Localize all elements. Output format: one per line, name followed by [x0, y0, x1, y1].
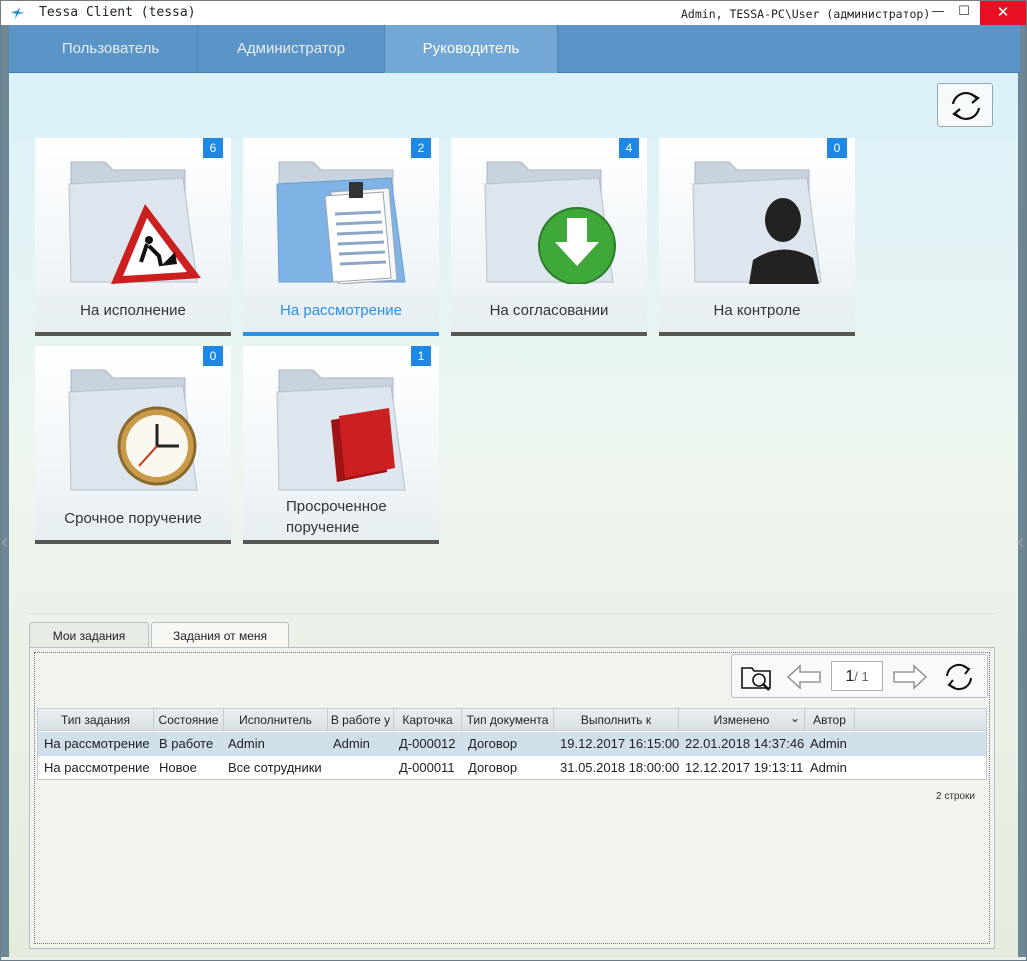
tile-label: На контроле	[713, 302, 801, 319]
warning-sign-icon	[68, 161, 201, 284]
row-count: 2 строки	[936, 791, 976, 802]
tab-manager[interactable]: Руководитель	[385, 25, 558, 73]
tile-on-approval[interactable]: 4 На согласовании	[451, 138, 647, 336]
tile-underline	[35, 540, 231, 544]
tile-underline	[243, 540, 439, 544]
tile-overdue-assignment[interactable]: 1 Просроченное поручение	[243, 346, 439, 544]
tessa-logo-icon	[11, 7, 25, 19]
total-pages: / 1	[854, 669, 869, 684]
divider	[29, 613, 995, 615]
person-silhouette-icon	[692, 161, 822, 284]
column-header[interactable]: Выполнить к	[554, 709, 679, 731]
red-books-icon	[276, 369, 406, 491]
tile-label: Просроченное поручение	[286, 498, 387, 536]
refresh-icon[interactable]	[940, 660, 978, 694]
tab-tasks-from-me[interactable]: Задания от меня	[151, 622, 289, 649]
tile-label: На согласовании	[489, 302, 609, 319]
current-page: 1	[845, 668, 855, 685]
tile-label: На исполнение	[80, 302, 186, 319]
clock-icon	[68, 369, 198, 491]
count-badge: 1	[411, 346, 431, 366]
tile-under-control[interactable]: 0 На контроле	[659, 138, 855, 336]
table-row[interactable]: На рассмотрение В работе Admin Admin Д-0…	[38, 732, 986, 756]
tile-underline	[35, 332, 231, 336]
count-badge: 0	[827, 138, 847, 158]
chevron-left-icon: ‹	[1016, 530, 1025, 555]
tile-underline	[451, 332, 647, 336]
left-side-panel-toggle[interactable]: ‹	[0, 25, 9, 957]
column-header[interactable]: Автор	[805, 709, 855, 731]
count-badge: 2	[411, 138, 431, 158]
tile-for-review[interactable]: 2 На рассмотрение	[243, 138, 439, 336]
arrow-left-icon[interactable]	[786, 664, 822, 690]
sort-descending-icon: ⌄	[789, 711, 800, 725]
table-header: Тип задания Состояние Исполнитель В рабо…	[38, 709, 986, 731]
tab-administrator[interactable]: Администратор	[198, 25, 385, 73]
refresh-button[interactable]	[937, 83, 993, 127]
green-download-arrow-icon	[484, 161, 616, 284]
maximize-button[interactable]: ☐	[947, 1, 981, 25]
column-header[interactable]: Состояние	[154, 709, 224, 731]
refresh-icon	[951, 92, 981, 120]
tile-label: На рассмотрение	[280, 302, 402, 319]
tab-my-tasks[interactable]: Мои задания	[29, 622, 149, 648]
column-header[interactable]: В работе у	[328, 709, 394, 731]
window-title: Tessa Client (tessa)	[39, 5, 196, 20]
chevron-left-icon: ‹	[0, 530, 9, 555]
tile-urgent-assignment[interactable]: 0 Срочное поручение	[35, 346, 231, 544]
column-header[interactable]: Карточка	[394, 709, 462, 731]
column-header[interactable]: Тип задания	[38, 709, 154, 731]
count-badge: 0	[203, 346, 223, 366]
arrow-right-icon[interactable]	[892, 664, 928, 690]
right-side-panel-toggle[interactable]: ‹	[1016, 25, 1026, 957]
app-window: Tessa Client (tessa) Admin, TESSA-PC\Use…	[0, 0, 1027, 961]
tile-underline	[659, 332, 855, 336]
tasks-table: Тип задания Состояние Исполнитель В рабо…	[37, 708, 987, 780]
tile-label: Срочное поручение	[64, 510, 202, 527]
column-header-sorted[interactable]: Изменено ⌄	[679, 709, 805, 731]
title-bar[interactable]: Tessa Client (tessa) Admin, TESSA-PC\Use…	[1, 1, 1026, 25]
tile-in-execution[interactable]: 6 На исполнение	[35, 138, 231, 336]
page-indicator[interactable]: 1/ 1	[831, 661, 883, 691]
column-header[interactable]: Тип документа	[462, 709, 554, 731]
count-badge: 4	[619, 138, 639, 158]
current-user: Admin, TESSA-PC\User (администратор)	[681, 7, 931, 21]
tab-user[interactable]: Пользователь	[24, 25, 198, 73]
search-folder-icon[interactable]	[740, 662, 774, 692]
workplace-tabs: Пользователь Администратор Руководитель	[9, 25, 1020, 73]
column-header[interactable]: Исполнитель	[224, 709, 328, 731]
close-button[interactable]: ✕	[980, 1, 1026, 25]
table-row[interactable]: На рассмотрение Новое Все сотрудники Д-0…	[38, 756, 986, 780]
tile-underline	[243, 332, 439, 336]
count-badge: 6	[203, 138, 223, 158]
document-icon	[276, 161, 406, 284]
